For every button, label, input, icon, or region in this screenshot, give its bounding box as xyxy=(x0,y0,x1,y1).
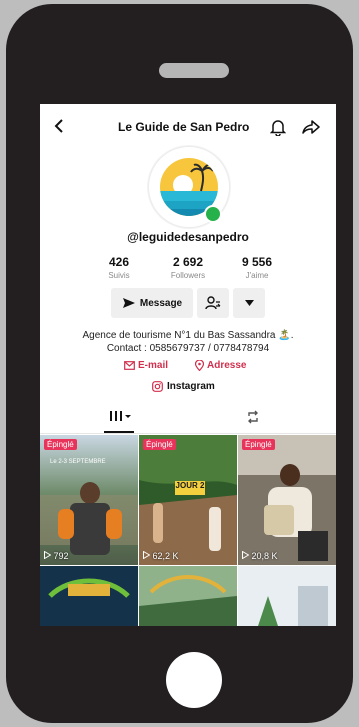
view-count-value: 792 xyxy=(53,551,69,561)
more-dropdown-button[interactable] xyxy=(233,288,265,318)
grid-icon xyxy=(110,411,131,421)
online-status-dot xyxy=(204,205,222,223)
location-pin-icon xyxy=(195,360,204,371)
bell-button[interactable] xyxy=(269,118,287,141)
message-button[interactable]: Message xyxy=(111,288,193,318)
play-icon xyxy=(242,550,250,560)
stat-likes[interactable]: 9 556 J'aime xyxy=(222,255,292,280)
video-tile-4[interactable] xyxy=(40,566,138,626)
play-icon xyxy=(44,550,52,560)
video-tile-3[interactable]: Épinglé 20,8 K xyxy=(238,435,336,565)
video-thumbnail xyxy=(40,566,138,626)
stat-followers-number: 2 692 xyxy=(172,255,204,269)
pinned-badge: Épinglé xyxy=(143,439,176,450)
share-icon xyxy=(302,120,320,134)
video-thumbnail: Le 2-3 SEPTEMBRE xyxy=(40,435,138,565)
tab-videos[interactable] xyxy=(108,410,132,425)
view-count-value: 62,2 K xyxy=(152,551,179,561)
instagram-link[interactable]: Instagram xyxy=(152,381,215,392)
content-tabs xyxy=(40,405,336,434)
instagram-icon xyxy=(152,381,163,392)
video-tile-1[interactable]: Le 2-3 SEPTEMBRE Épinglé 792 xyxy=(40,435,138,565)
video-thumbnail xyxy=(139,435,237,565)
video-thumbnail xyxy=(238,435,336,565)
user-switch-icon xyxy=(205,296,221,310)
back-button[interactable] xyxy=(52,118,66,139)
repost-icon xyxy=(248,410,258,424)
stat-following-number: 426 xyxy=(108,255,130,269)
address-label: Adresse xyxy=(207,360,247,371)
mail-icon xyxy=(124,361,135,370)
stat-likes-label: J'aime xyxy=(245,271,269,280)
stat-following[interactable]: 426 Suivis xyxy=(84,255,154,280)
add-friend-button[interactable] xyxy=(197,288,229,318)
instagram-label: Instagram xyxy=(167,381,215,392)
view-count-value: 20,8 K xyxy=(251,551,278,561)
page-title: Le Guide de San Pedro xyxy=(118,120,250,134)
email-link[interactable]: E-mail xyxy=(124,360,168,371)
bio-line-2: Contact : 0585679737 / 0778478794 xyxy=(106,343,270,354)
caret-down-icon xyxy=(244,300,254,306)
pinned-badge: Épinglé xyxy=(242,439,275,450)
bio-line-1: Agence de tourisme N°1 du Bas Sassandra … xyxy=(82,330,294,341)
stat-followers[interactable]: 2 692 Followers xyxy=(153,255,223,280)
top-bar: Le Guide de San Pedro xyxy=(40,118,336,138)
bell-icon xyxy=(269,120,287,137)
share-button[interactable] xyxy=(302,118,320,141)
username: @leguidedesanpedro xyxy=(127,230,249,244)
video-tile-2[interactable]: Épinglé JOUR 2 62,2 K xyxy=(139,435,237,565)
address-link[interactable]: Adresse xyxy=(195,360,246,371)
message-label: Message xyxy=(139,297,183,309)
svg-text:Le 2-3 SEPTEMBRE: Le 2-3 SEPTEMBRE xyxy=(50,459,106,465)
pinned-badge: Épinglé xyxy=(44,439,77,450)
email-label: E-mail xyxy=(138,360,169,371)
active-tab-indicator xyxy=(104,431,134,433)
tab-reposts[interactable] xyxy=(246,410,260,427)
stat-followers-label: Followers xyxy=(170,271,206,280)
view-count: 20,8 K xyxy=(242,550,278,561)
chevron-left-icon xyxy=(54,119,63,133)
view-count: 792 xyxy=(44,550,69,561)
stat-likes-number: 9 556 xyxy=(241,255,273,269)
profile-screen: Le Guide de San Pedro @leguidedesanpedro xyxy=(40,104,336,626)
video-tile-5[interactable] xyxy=(139,566,237,626)
play-icon xyxy=(143,550,151,560)
video-thumbnail xyxy=(238,566,336,626)
home-button[interactable] xyxy=(166,652,222,708)
profile-links: E-mail Adresse xyxy=(40,360,336,374)
stat-following-label: Suivis xyxy=(108,271,130,280)
video-thumbnail xyxy=(139,566,237,626)
video-tile-6[interactable] xyxy=(238,566,336,626)
phone-speaker xyxy=(159,63,229,78)
send-icon xyxy=(122,298,135,308)
view-count: 62,2 K xyxy=(143,550,179,561)
video-overlay-text: JOUR 2 xyxy=(175,481,205,490)
